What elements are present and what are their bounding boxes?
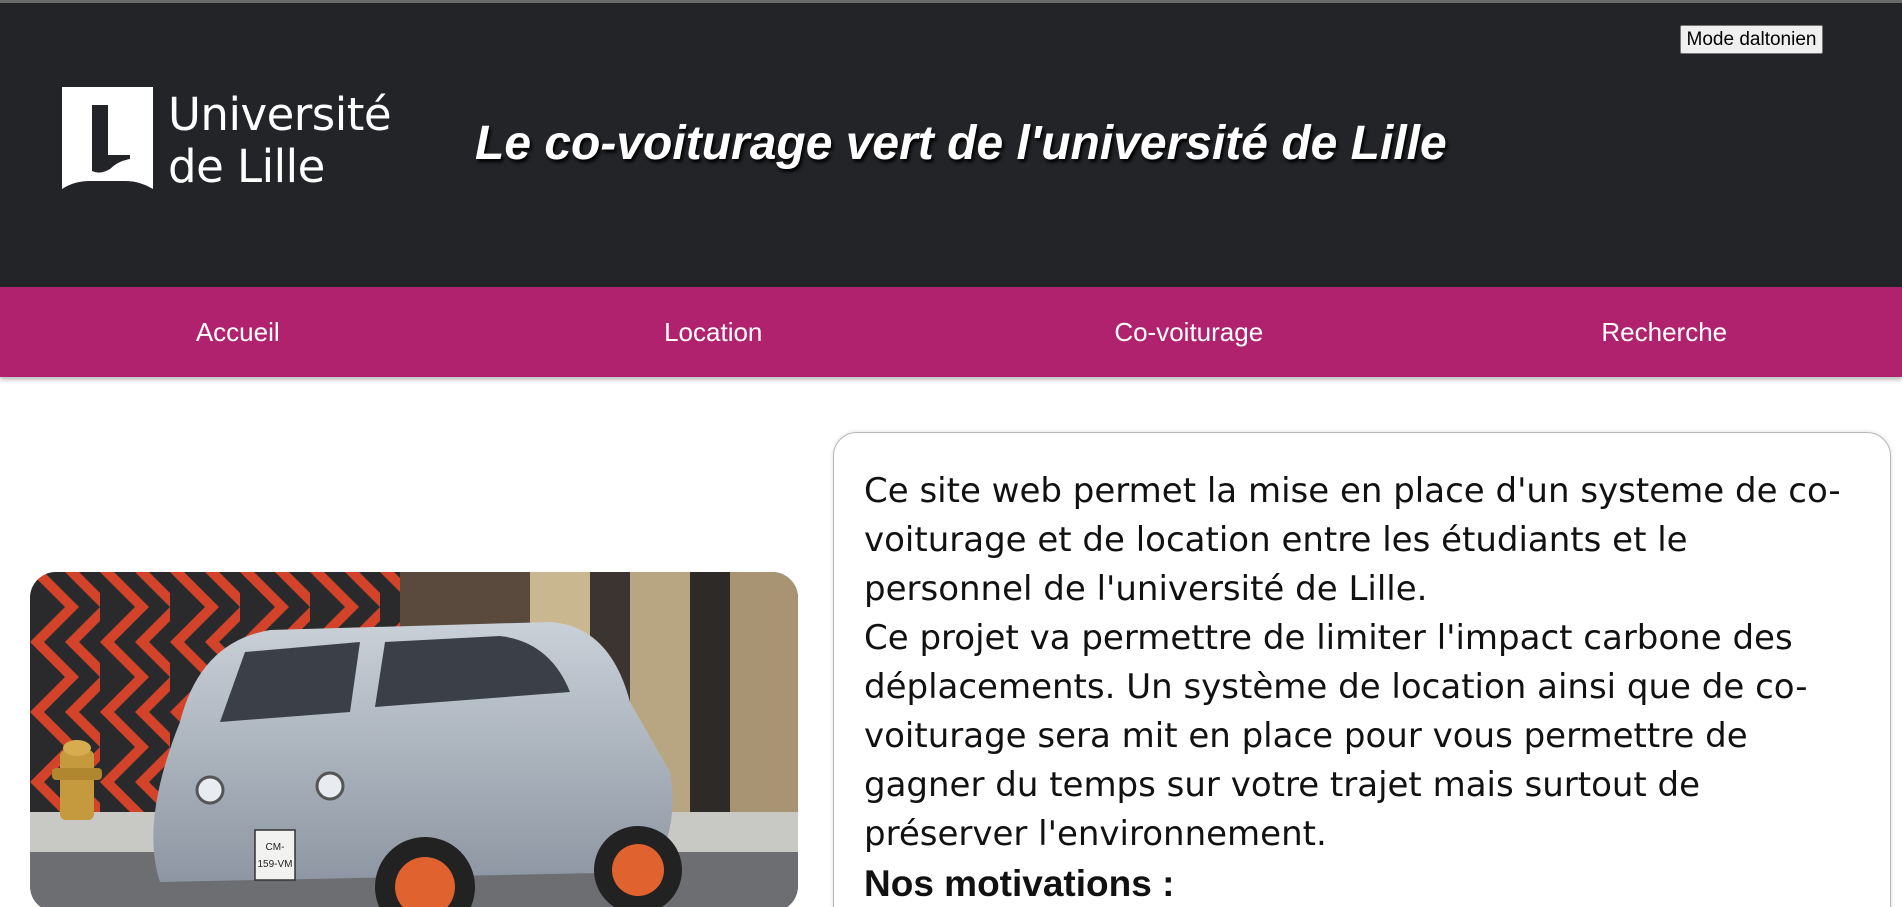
colorblind-mode-button[interactable]: Mode daltonien (1680, 25, 1823, 54)
logo-text-line1: Université (168, 88, 392, 141)
logo-text: Université de Lille (168, 88, 392, 193)
nav-item-co-voiturage[interactable]: Co-voiturage (951, 287, 1427, 377)
main-nav: Accueil Location Co-voiturage Recherche (0, 287, 1902, 377)
nav-item-accueil[interactable]: Accueil (0, 287, 476, 377)
project-paragraph: Ce projet va permettre de limiter l'impa… (864, 618, 1808, 854)
university-logo[interactable]: Université de Lille (60, 85, 392, 195)
intro-paragraph: Ce site web permet la mise en place d'un… (864, 471, 1841, 609)
info-card: Ce site web permet la mise en place d'un… (833, 432, 1891, 907)
site-header: Université de Lille Le co-voiturage vert… (0, 0, 1902, 287)
motivations-heading: Nos motivations : (864, 863, 1175, 904)
car-plate-line2: 159-VM (257, 859, 292, 870)
nav-item-recherche[interactable]: Recherche (1427, 287, 1902, 377)
site-title: Le co-voiturage vert de l'université de … (475, 117, 1447, 170)
university-shield-icon (62, 87, 153, 189)
logo-text-line2: de Lille (168, 140, 325, 193)
car-plate-line1: CM- (266, 842, 285, 853)
car-photo: CM- 159-VM (30, 572, 798, 907)
nav-item-location[interactable]: Location (476, 287, 952, 377)
